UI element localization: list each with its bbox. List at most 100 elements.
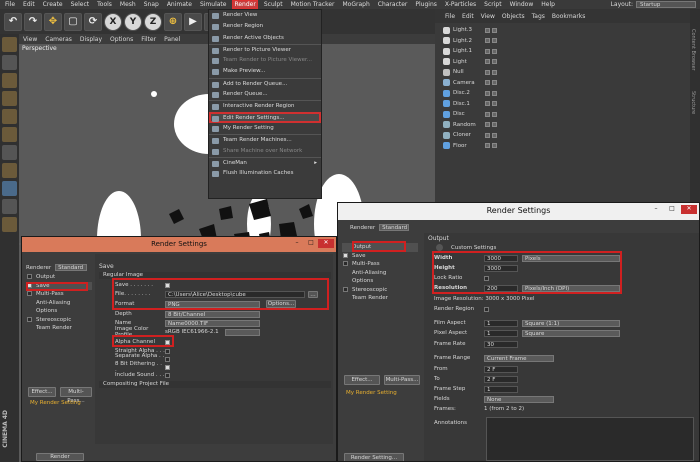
render-region-checkbox[interactable] (484, 306, 489, 312)
dither-checkbox[interactable] (165, 364, 170, 370)
sidebar-item-stereoscopic[interactable]: Stereoscopic (26, 316, 92, 325)
object-flags[interactable] (485, 143, 497, 149)
object-list-item[interactable]: Cloner (443, 130, 497, 141)
frame-step-input[interactable]: 1 (484, 385, 518, 393)
pixel-aspect-input[interactable]: 1 (484, 329, 518, 337)
checkbox[interactable] (343, 261, 348, 266)
sidebar-item-stereoscopic[interactable]: Stereoscopic (342, 286, 418, 295)
close-icon[interactable]: ✕ (681, 205, 697, 214)
object-list-item[interactable]: Disc.1 (443, 99, 497, 110)
undo-icon[interactable]: ↶ (4, 12, 22, 31)
sound-checkbox[interactable] (165, 372, 170, 378)
sidebar-item-team-render[interactable]: Team Render (342, 294, 418, 303)
polygons-tool-icon[interactable] (2, 109, 17, 124)
tab-content-browser[interactable]: Content Browser (690, 29, 696, 71)
vp-menu-filter[interactable]: Filter (141, 36, 156, 43)
to-input[interactable]: 2 F (484, 375, 518, 383)
y-axis-icon[interactable]: Y (124, 12, 142, 31)
menu-snap[interactable]: Snap (143, 1, 160, 8)
workplane-tool-icon[interactable] (2, 163, 17, 178)
menu-x-particles[interactable]: X-Particles (444, 1, 477, 8)
menu-mesh[interactable]: Mesh (119, 1, 137, 8)
object-list-item[interactable]: Light.3 (443, 25, 497, 36)
effect-button[interactable]: Effect... (28, 387, 56, 397)
object-list-item[interactable]: Camera (443, 78, 497, 89)
menu-motion-tracker[interactable]: Motion Tracker (290, 1, 336, 8)
points-tool-icon[interactable] (2, 73, 17, 88)
checkbox[interactable] (27, 291, 32, 296)
profile-select[interactable] (225, 328, 260, 336)
object-list-item[interactable]: Null (443, 67, 497, 78)
snap-tool-icon[interactable] (2, 181, 17, 196)
compositing-section[interactable]: Compositing Project File (99, 381, 331, 388)
checkbox[interactable] (343, 286, 348, 292)
vp-menu-view[interactable]: View (23, 36, 37, 43)
sidebar-item-options[interactable]: Options (342, 277, 418, 286)
menu-sculpt[interactable]: Sculpt (263, 1, 284, 8)
menu-simulate[interactable]: Simulate (199, 1, 228, 8)
edges-tool-icon[interactable] (2, 91, 17, 106)
menu-mograph[interactable]: MoGraph (342, 1, 371, 8)
vp-menu-panel[interactable]: Panel (164, 36, 180, 43)
render-view-icon[interactable]: ▶ (184, 12, 202, 31)
om-menu-tags[interactable]: Tags (532, 13, 545, 20)
film-aspect-select[interactable]: Square (1:1) (522, 319, 620, 327)
object-list-item[interactable]: Disc.2 (443, 88, 497, 99)
film-aspect-input[interactable]: 1 (484, 319, 518, 327)
menu-character[interactable]: Character (377, 1, 409, 8)
name-select[interactable]: Name0000.TIF (165, 319, 260, 327)
renderer-select[interactable]: Standard (379, 224, 410, 231)
om-menu-file[interactable]: File (445, 13, 455, 20)
vp-menu-options[interactable]: Options (110, 36, 133, 43)
fields-select[interactable]: None (484, 395, 554, 403)
menu-select[interactable]: Select (70, 1, 91, 8)
render-menu-item[interactable]: CineMan ▸ (209, 156, 321, 168)
render-menu-item[interactable]: Add to Render Queue... (209, 77, 321, 89)
object-list-item[interactable]: Light.2 (443, 36, 497, 47)
render-setting-button[interactable]: Render Setting... (344, 453, 404, 461)
menu-script[interactable]: Script (483, 1, 502, 8)
render-setting-item[interactable]: My Render Setting (346, 390, 397, 396)
render-menu-item[interactable]: Edit Render Settings... (209, 111, 321, 123)
object-flags[interactable] (485, 132, 497, 138)
select-icon[interactable]: ▢ (64, 12, 82, 31)
annotations-textarea[interactable] (486, 417, 694, 461)
render-menu-item[interactable]: Flush Illumination Caches (209, 168, 321, 179)
close-icon[interactable]: ✕ (318, 239, 334, 248)
cube-tool-icon[interactable] (2, 37, 17, 52)
minimize-icon[interactable]: – (292, 239, 302, 248)
maximize-icon[interactable]: □ (306, 239, 316, 248)
render-menu-item[interactable]: Make Preview... (209, 66, 321, 77)
layout-select[interactable]: Startup (636, 1, 696, 8)
menu-render[interactable]: Render (232, 0, 258, 9)
object-flags[interactable] (485, 90, 497, 96)
object-list-item[interactable]: Disc (443, 109, 497, 120)
om-menu-view[interactable]: View (481, 13, 495, 20)
multipass-button[interactable]: Multi-Pass... (384, 375, 420, 385)
minimize-icon[interactable]: – (651, 205, 661, 214)
menu-create[interactable]: Create (42, 1, 64, 8)
checkbox[interactable] (27, 316, 32, 322)
object-flags[interactable] (485, 122, 497, 128)
x-axis-icon[interactable]: X (104, 12, 122, 31)
render-menu-item[interactable]: Render Active Objects (209, 33, 321, 44)
texture-tool-icon[interactable] (2, 127, 17, 142)
straight-alpha-checkbox[interactable] (165, 348, 170, 354)
sidebar-item-team-render[interactable]: Team Render (26, 324, 92, 333)
rotate-icon[interactable]: ⟳ (84, 12, 102, 31)
object-flags[interactable] (485, 59, 497, 65)
object-flags[interactable] (485, 38, 497, 44)
object-list-item[interactable]: Light.1 (443, 46, 497, 57)
render-menu-item[interactable]: Render Queue... (209, 89, 321, 100)
depth-select[interactable]: 8 Bit/Channel (165, 310, 260, 318)
axis-tool-icon[interactable] (2, 145, 17, 160)
sidebar-item-antialiasing[interactable]: Anti-Aliasing (342, 269, 418, 278)
render-menu-item[interactable]: Interactive Render Region (209, 100, 321, 111)
lock-tool-icon[interactable] (2, 199, 17, 214)
separate-alpha-checkbox[interactable] (165, 356, 170, 362)
sidebar-item-save[interactable]: Save (342, 252, 418, 261)
menu-animate[interactable]: Animate (166, 1, 193, 8)
object-flags[interactable] (485, 80, 497, 86)
object-list-item[interactable]: Light (443, 57, 497, 68)
om-menu-objects[interactable]: Objects (502, 13, 525, 20)
